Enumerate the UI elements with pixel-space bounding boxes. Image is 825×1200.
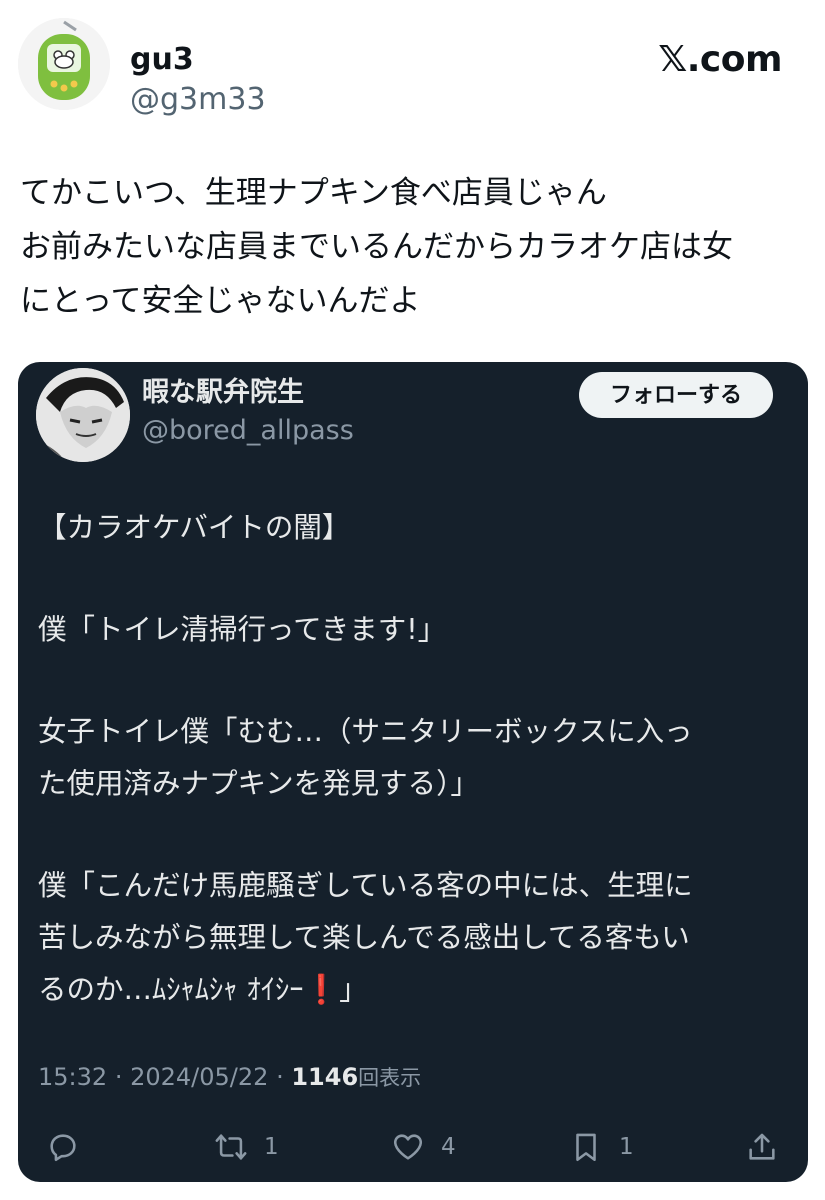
quoted-avatar[interactable] [36,368,130,462]
tweet-text-line: お前みたいな店員までいるんだからカラオケ店は女 [20,229,733,265]
quoted-text-line: 女子トイレ僕「むむ…（サニタリーボックスに入っ [38,715,693,748]
x-logo: 𝕏.com [658,39,782,80]
quoted-text-fragment: 」 [339,973,368,1006]
action-bar: 1 4 1 [18,1122,808,1172]
tweet-header: gu3 @g3m33 𝕏.com [18,18,808,118]
tweet-date[interactable]: 2024/05/22 [130,1063,268,1091]
retweet-count: 1 [264,1134,279,1160]
view-count: 1146 [291,1063,359,1091]
bookmark-button[interactable]: 1 [569,1122,634,1172]
quoted-text-line: た使用済みナプキンを発見する）」 [38,767,479,800]
tamagotchi-avatar-icon [18,18,110,110]
tweet-text: てかこいつ、生理ナプキン食べ店員じゃん お前みたいな店員までいるんだからカラオケ… [20,166,800,328]
quoted-text-fragment: るのか…ﾑｼｬﾑｼｬ ｵｲｼｰ [38,973,304,1006]
quoted-author-handle[interactable]: @bored_allpass [142,414,354,448]
author-name[interactable]: gu3 [130,42,194,78]
tweet-time[interactable]: 15:32 [38,1063,107,1091]
like-count: 4 [441,1134,456,1160]
quoted-author-name[interactable]: 暇な駅弁院生 [142,376,304,410]
quoted-tweet-card[interactable]: 暇な駅弁院生 @bored_allpass フォローする 【カラオケバイトの闇】… [18,362,808,1182]
meta-separator: · [114,1063,123,1091]
view-count-label: 回表示 [358,1066,422,1090]
avatar[interactable] [18,18,110,110]
quoted-text-line: 【カラオケバイトの闇】 [38,511,351,544]
share-icon [749,1133,775,1160]
heart-icon [393,1134,423,1160]
exclamation-emoji-icon: ❗ [303,973,340,1006]
quoted-tweet-text: 【カラオケバイトの闇】 僕「トイレ清掃行ってきます!」 女子トイレ僕「むむ…（サ… [38,502,798,1016]
quoted-text-line: 僕「こんだけ馬鹿騒ぎしている客の中には、生理に [38,869,693,902]
meta-separator: · [276,1063,284,1091]
follow-button[interactable]: フォローする [579,372,773,418]
quoted-text-line: 僕「トイレ清掃行ってきます!」 [38,613,447,646]
share-button[interactable] [745,1122,779,1172]
reply-button[interactable] [46,1122,80,1172]
reply-icon [50,1134,76,1162]
retweet-button[interactable]: 1 [214,1122,279,1172]
tweet-meta: 15:32 · 2024/05/22 · 1146回表示 [38,1060,421,1095]
quoted-text-line: るのか…ﾑｼｬﾑｼｬ ｵｲｼｰ❗」 [38,964,798,1016]
bookmark-count: 1 [619,1134,634,1160]
quoted-text-line: 苦しみながら無理して楽しんでる感出してる客もい [38,921,690,954]
tweet-text-line: てかこいつ、生理ナプキン食べ店員じゃん [20,175,607,211]
retweet-icon [215,1134,247,1160]
manga-portrait-avatar-icon [36,368,130,462]
author-handle[interactable]: @g3m33 [130,82,266,118]
like-button[interactable]: 4 [391,1122,456,1172]
bookmark-icon [576,1133,596,1162]
tweet-text-line: にとって安全じゃないんだよ [20,283,421,319]
